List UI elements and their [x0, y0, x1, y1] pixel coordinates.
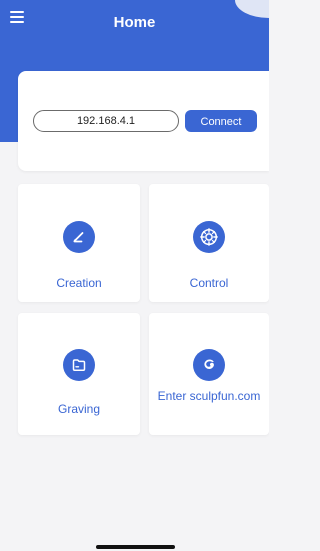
- creation-tile[interactable]: Creation: [18, 184, 140, 302]
- connect-button[interactable]: Connect: [185, 110, 257, 132]
- control-label: Control: [189, 276, 229, 290]
- pen-icon: [63, 221, 95, 253]
- ip-address-input[interactable]: [33, 110, 179, 132]
- connection-card: Connect: [18, 71, 269, 171]
- graving-tile[interactable]: Graving: [18, 313, 140, 435]
- control-target-icon: [193, 221, 225, 253]
- control-tile[interactable]: Control: [149, 184, 269, 302]
- sculpfun-logo-icon: [193, 349, 225, 381]
- page-title: Home: [113, 14, 156, 31]
- menu-icon-line-1: [10, 11, 24, 13]
- top-bar: Home: [0, 0, 269, 48]
- home-indicator: [96, 545, 175, 549]
- enter-sculpfun-label: Enter sculpfun.com: [157, 389, 261, 403]
- creation-label: Creation: [56, 276, 102, 290]
- folder-icon: [63, 349, 95, 381]
- enter-sculpfun-tile[interactable]: Enter sculpfun.com: [149, 313, 269, 435]
- graving-label: Graving: [57, 402, 101, 416]
- app-screen: Home Connect Creation Control: [0, 0, 269, 551]
